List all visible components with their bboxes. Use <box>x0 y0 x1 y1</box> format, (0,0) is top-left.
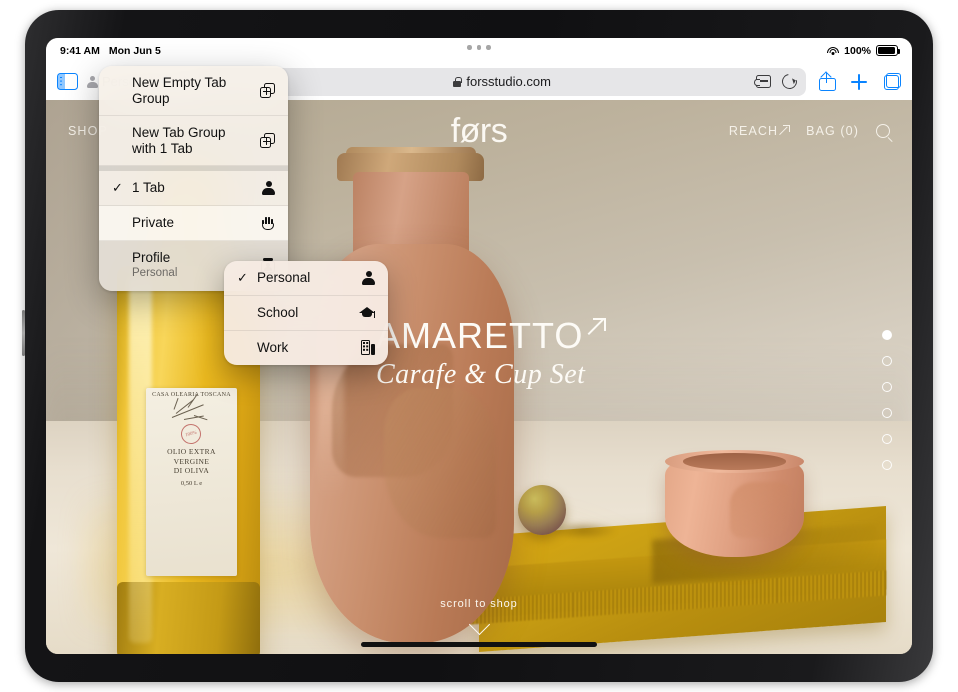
submenu-item-label: Work <box>257 340 349 356</box>
status-bar: 9:41 AM Mon Jun 5 100% <box>46 38 912 63</box>
menu-item-1-tab[interactable]: ✓ 1 Tab <box>99 166 288 206</box>
scroll-to-shop-cue[interactable]: scroll to shop <box>46 598 912 632</box>
multitasking-dot <box>467 45 472 50</box>
menu-item-label: New Empty Tab Group <box>132 75 249 106</box>
menu-item-private[interactable]: Private <box>99 206 288 241</box>
submenu-item-checkmark: ✓ <box>237 270 249 286</box>
profile-submenu: ✓ Personal School Work <box>224 261 388 365</box>
photo-plum <box>518 485 566 535</box>
menu-item-new-empty-tab-group[interactable]: New Empty Tab Group <box>99 66 288 116</box>
new-tab-group-icon <box>257 83 275 98</box>
graduation-cap-icon <box>357 306 375 319</box>
photo-bottle-label: CASA OLEARIA TOSCANA 100% OLIO EXTRA VER… <box>146 388 236 576</box>
share-icon[interactable] <box>819 73 834 91</box>
hero-title-row[interactable]: AMARETTO <box>376 315 605 357</box>
person-icon <box>257 181 275 195</box>
carousel-dot[interactable] <box>882 434 892 444</box>
scroll-cue-label: scroll to shop <box>46 598 912 610</box>
menu-item-label: New Tab Group with 1 Tab <box>132 125 249 156</box>
toolbar-right-actions <box>819 73 901 91</box>
bottle-label-line1: OLIO EXTRA <box>167 447 216 456</box>
bottle-label-volume: 0,50 L e <box>181 480 202 487</box>
hero-subtitle: Carafe & Cup Set <box>376 359 605 391</box>
menu-item-label: Private <box>132 215 249 231</box>
carousel-dot[interactable] <box>882 330 892 340</box>
office-building-icon <box>357 340 375 355</box>
tab-group-context-menu: New Empty Tab Group New Tab Group with 1… <box>99 66 288 291</box>
tab-overview-icon[interactable] <box>884 73 901 90</box>
ipad-screen: 9:41 AM Mon Jun 5 100% Personal <box>46 38 912 654</box>
carousel-dot[interactable] <box>882 460 892 470</box>
person-icon <box>87 76 98 88</box>
bottle-label-line3: DI OLIVA <box>174 466 209 475</box>
nav-reach-link[interactable]: REACH <box>729 124 789 138</box>
menu-item-title: Profile <box>132 250 170 265</box>
nav-bag-link[interactable]: BAG (0) <box>806 124 859 138</box>
photo-carafe-facet <box>384 388 497 538</box>
multitasking-dot <box>477 45 482 50</box>
bottle-label-top: CASA OLEARIA TOSCANA <box>152 392 231 398</box>
share-arrow-icon <box>821 71 832 82</box>
extensions-puzzle-icon[interactable] <box>756 75 771 88</box>
multitasking-controls[interactable] <box>46 45 912 50</box>
submenu-item-label: School <box>257 305 349 321</box>
arrow-up-right-icon <box>780 126 789 135</box>
arrow-up-right-icon <box>589 319 605 335</box>
photo-cup-interior <box>683 453 787 470</box>
hero-copy: AMARETTO Carafe & Cup Set <box>376 315 605 391</box>
submenu-item-label: Personal <box>257 270 349 286</box>
multitasking-dot <box>486 45 491 50</box>
menu-item-new-tab-group-with-tab[interactable]: New Tab Group with 1 Tab <box>99 116 288 166</box>
carousel-dot[interactable] <box>882 408 892 418</box>
bottle-label-main: OLIO EXTRA VERGINE DI OLIVA <box>167 447 216 476</box>
hand-raised-icon <box>257 215 275 230</box>
carousel-pagination[interactable] <box>882 330 892 470</box>
address-bar-actions <box>756 74 797 89</box>
sidebar-icon[interactable] <box>57 73 78 90</box>
ipad-device: 9:41 AM Mon Jun 5 100% Personal <box>25 10 933 682</box>
submenu-item-personal[interactable]: ✓ Personal <box>224 261 388 296</box>
home-indicator[interactable] <box>361 642 597 647</box>
bottle-label-sprig-illustration <box>168 399 214 425</box>
search-icon[interactable] <box>876 124 890 138</box>
submenu-item-work[interactable]: Work <box>224 331 388 365</box>
photo-cup-facet <box>730 482 791 537</box>
address-bar-url-area: forsstudio.com <box>198 74 806 89</box>
bottle-label-stamp: 100% <box>179 422 203 446</box>
address-bar[interactable]: AA forsstudio.com <box>198 68 806 96</box>
reload-icon[interactable] <box>779 71 800 92</box>
chevron-down-icon <box>468 614 489 635</box>
bottle-label-line2: VERGINE <box>174 457 210 466</box>
carousel-dot[interactable] <box>882 382 892 392</box>
address-bar-url: forsstudio.com <box>466 74 551 89</box>
carousel-dot[interactable] <box>882 356 892 366</box>
person-icon <box>357 271 375 285</box>
hero-title: AMARETTO <box>376 315 583 357</box>
lock-icon <box>453 77 461 87</box>
menu-item-label: 1 Tab <box>132 180 249 196</box>
nav-right-group: REACH BAG (0) <box>729 124 890 138</box>
plus-icon[interactable] <box>851 74 867 90</box>
device-side-button <box>22 310 25 356</box>
menu-item-checkmark: ✓ <box>112 180 124 196</box>
nav-reach-label: REACH <box>729 124 778 138</box>
submenu-item-school[interactable]: School <box>224 296 388 331</box>
new-tab-group-with-tab-icon <box>257 133 275 148</box>
